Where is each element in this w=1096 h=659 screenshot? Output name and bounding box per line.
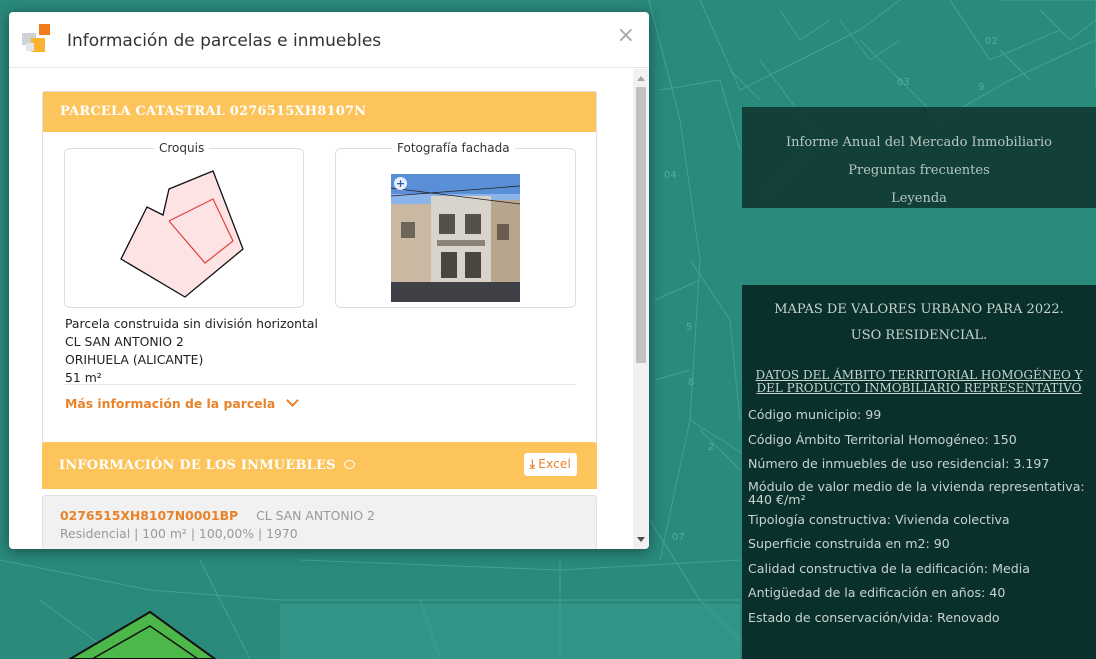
more-info-label: Más información de la parcela [65, 396, 276, 411]
parcel-type: Parcela construida sin división horizont… [65, 316, 318, 331]
inmueble-ref-link[interactable]: 0276515XH8107N0001BP [60, 508, 238, 523]
excel-label: Excel [538, 457, 571, 471]
value-row: Antigüedad de la edificación en años: 40 [748, 585, 1006, 600]
value-row: Módulo de valor medio de la vivienda rep… [748, 478, 1085, 507]
modal-title: Información de parcelas e inmuebles [67, 31, 382, 51]
values-section-heading[interactable]: DATOS DEL ÁMBITO TERRITORIAL HOMOGÉNEO Y… [742, 369, 1096, 395]
catastro-logo-icon [22, 24, 50, 52]
value-row: Calidad constructiva de la edificación: … [748, 560, 1030, 576]
value-row: Código municipio: 99 [748, 407, 882, 422]
foto-box: Fotografía fachada + [335, 141, 576, 308]
inmueble-row: 0276515XH8107N0001BP CL SAN ANTONIO 2 Re… [42, 495, 597, 549]
comment-icon [344, 460, 356, 469]
croquis-box: Croquis [64, 141, 305, 309]
inmuebles-header: INFORMACIÓN DE LOS INMUEBLES ⤓ Excel [42, 442, 597, 489]
map-label: 04 [664, 170, 677, 181]
excel-download-button[interactable]: ⤓ Excel [523, 453, 577, 476]
values-title: MAPAS DE VALORES URBANO PARA 2022. [774, 302, 1064, 317]
foto-label: Fotografía fachada [392, 141, 515, 155]
parcel-info-block: Parcela construida sin división horizont… [65, 315, 318, 387]
scroll-up-arrow-icon[interactable] [637, 76, 645, 81]
parcel-city: ORIHUELA (ALICANTE) [65, 352, 204, 367]
scroll-down-arrow-icon[interactable] [637, 537, 645, 542]
map-label: 8 [688, 377, 694, 388]
values-subtitle: USO RESIDENCIAL. [850, 328, 988, 343]
map-label: 2 [708, 442, 714, 453]
divider [65, 384, 576, 385]
inmueble-address: CL SAN ANTONIO 2 [256, 508, 375, 523]
facade-photo[interactable]: + [391, 174, 520, 302]
chevron-down-icon [285, 394, 299, 407]
map-label: 5 [686, 322, 692, 333]
modal-scrollbar[interactable] [633, 69, 649, 549]
modal-body[interactable]: PARCELA CATASTRAL 0276515XH8107N Croquis… [9, 69, 633, 549]
parcel-address: CL SAN ANTONIO 2 [65, 334, 184, 349]
link-informe-anual[interactable]: Informe Anual del Mercado Inmobiliario [742, 129, 1096, 157]
zoom-in-icon[interactable]: + [394, 177, 407, 190]
parcel-header: PARCELA CATASTRAL 0276515XH8107N [43, 92, 596, 132]
map-label: 03 [897, 77, 910, 88]
values-list: Código municipio: 99 Código Ámbito Terri… [742, 403, 1096, 630]
value-row: Código Ámbito Territorial Homogéneo: 150 [748, 431, 1017, 447]
value-row: Tipología constructiva: Vivienda colecti… [748, 511, 1010, 527]
link-preguntas-frecuentes[interactable]: Preguntas frecuentes [742, 157, 1096, 185]
map-label: 9 [978, 82, 984, 93]
download-icon: ⤓ [529, 457, 536, 471]
info-links-panel: Informe Anual del Mercado Inmobiliario P… [742, 107, 1096, 208]
modal-header: Información de parcelas e inmuebles × [9, 12, 649, 68]
parcel-info-modal: Información de parcelas e inmuebles × PA… [9, 12, 649, 549]
map-label: 07 [672, 532, 685, 543]
link-leyenda[interactable]: Leyenda [742, 185, 1096, 213]
inmueble-details: Residencial | 100 m² | 100,00% | 1970 [60, 526, 298, 541]
inmuebles-card: INFORMACIÓN DE LOS INMUEBLES ⤓ Excel [42, 442, 597, 492]
more-parcel-info-link[interactable]: Más información de la parcela [65, 394, 299, 411]
market-values-panel: MAPAS DE VALORES URBANO PARA 2022. USO R… [742, 285, 1096, 659]
croquis-sketch[interactable] [65, 149, 305, 309]
map-label: 02 [985, 36, 998, 47]
scroll-thumb[interactable] [636, 87, 646, 363]
parcel-card: PARCELA CATASTRAL 0276515XH8107N Croquis… [42, 91, 597, 487]
value-row: Superficie construida en m2: 90 [748, 536, 950, 551]
value-row: Número de inmuebles de uso residencial: … [748, 456, 1050, 471]
close-icon[interactable]: × [617, 25, 635, 47]
value-row: Estado de conservación/vida: Renovado [748, 609, 1000, 625]
inmuebles-title: INFORMACIÓN DE LOS INMUEBLES [59, 458, 336, 473]
